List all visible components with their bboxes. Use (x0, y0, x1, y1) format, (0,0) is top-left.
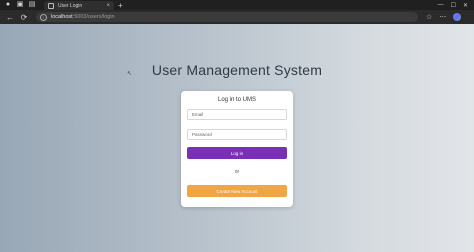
window-controls: — ☐ ✕ (438, 2, 468, 9)
site-info-icon[interactable]: i (40, 13, 47, 21)
profile-icon[interactable]: ● (4, 1, 12, 9)
email-field[interactable] (187, 109, 287, 120)
page-favicon-icon (48, 2, 54, 9)
address-bar[interactable]: i localhost :5003/users/login (36, 12, 418, 22)
close-window-icon[interactable]: ✕ (463, 2, 468, 9)
page-title: User Management System (151, 62, 323, 78)
copilot-icon[interactable] (453, 13, 462, 21)
maximize-icon[interactable]: ☐ (451, 2, 456, 9)
url-host: localhost (51, 14, 73, 20)
more-menu-icon[interactable]: ⋯ (439, 13, 446, 21)
new-tab-button[interactable]: + (118, 1, 123, 10)
minimize-icon[interactable]: — (438, 2, 444, 9)
favorite-star-icon[interactable]: ☆ (426, 13, 432, 21)
login-card: Log in to UMS Log in or Create New Accou… (181, 91, 293, 207)
browser-tab-bar: ● ▣ ▤ User Login × + — ☐ ✕ (0, 0, 474, 10)
tab-actions-icon[interactable]: ▤ (28, 1, 36, 9)
tab-close-icon[interactable]: × (106, 3, 110, 9)
or-divider-text: or (234, 169, 240, 175)
tab-title: User Login (58, 2, 83, 9)
back-icon[interactable]: ← (6, 13, 14, 22)
login-card-title: Log in to UMS (217, 97, 257, 103)
toolbar-icons: ☆ ⋯ (426, 13, 462, 21)
address-bar-row: ← ⟳ i localhost :5003/users/login ☆ ⋯ (0, 10, 474, 24)
browser-tab[interactable]: User Login × (44, 1, 114, 10)
page-viewport: ↖ User Management System Log in to UMS L… (0, 24, 474, 252)
url-path: :5003/users/login (72, 14, 115, 20)
password-field[interactable] (187, 129, 287, 140)
login-button[interactable]: Log in (187, 147, 287, 159)
create-account-button[interactable]: Create New Account (187, 185, 287, 197)
reload-icon[interactable]: ⟳ (20, 13, 28, 22)
workspaces-icon[interactable]: ▣ (16, 1, 24, 9)
